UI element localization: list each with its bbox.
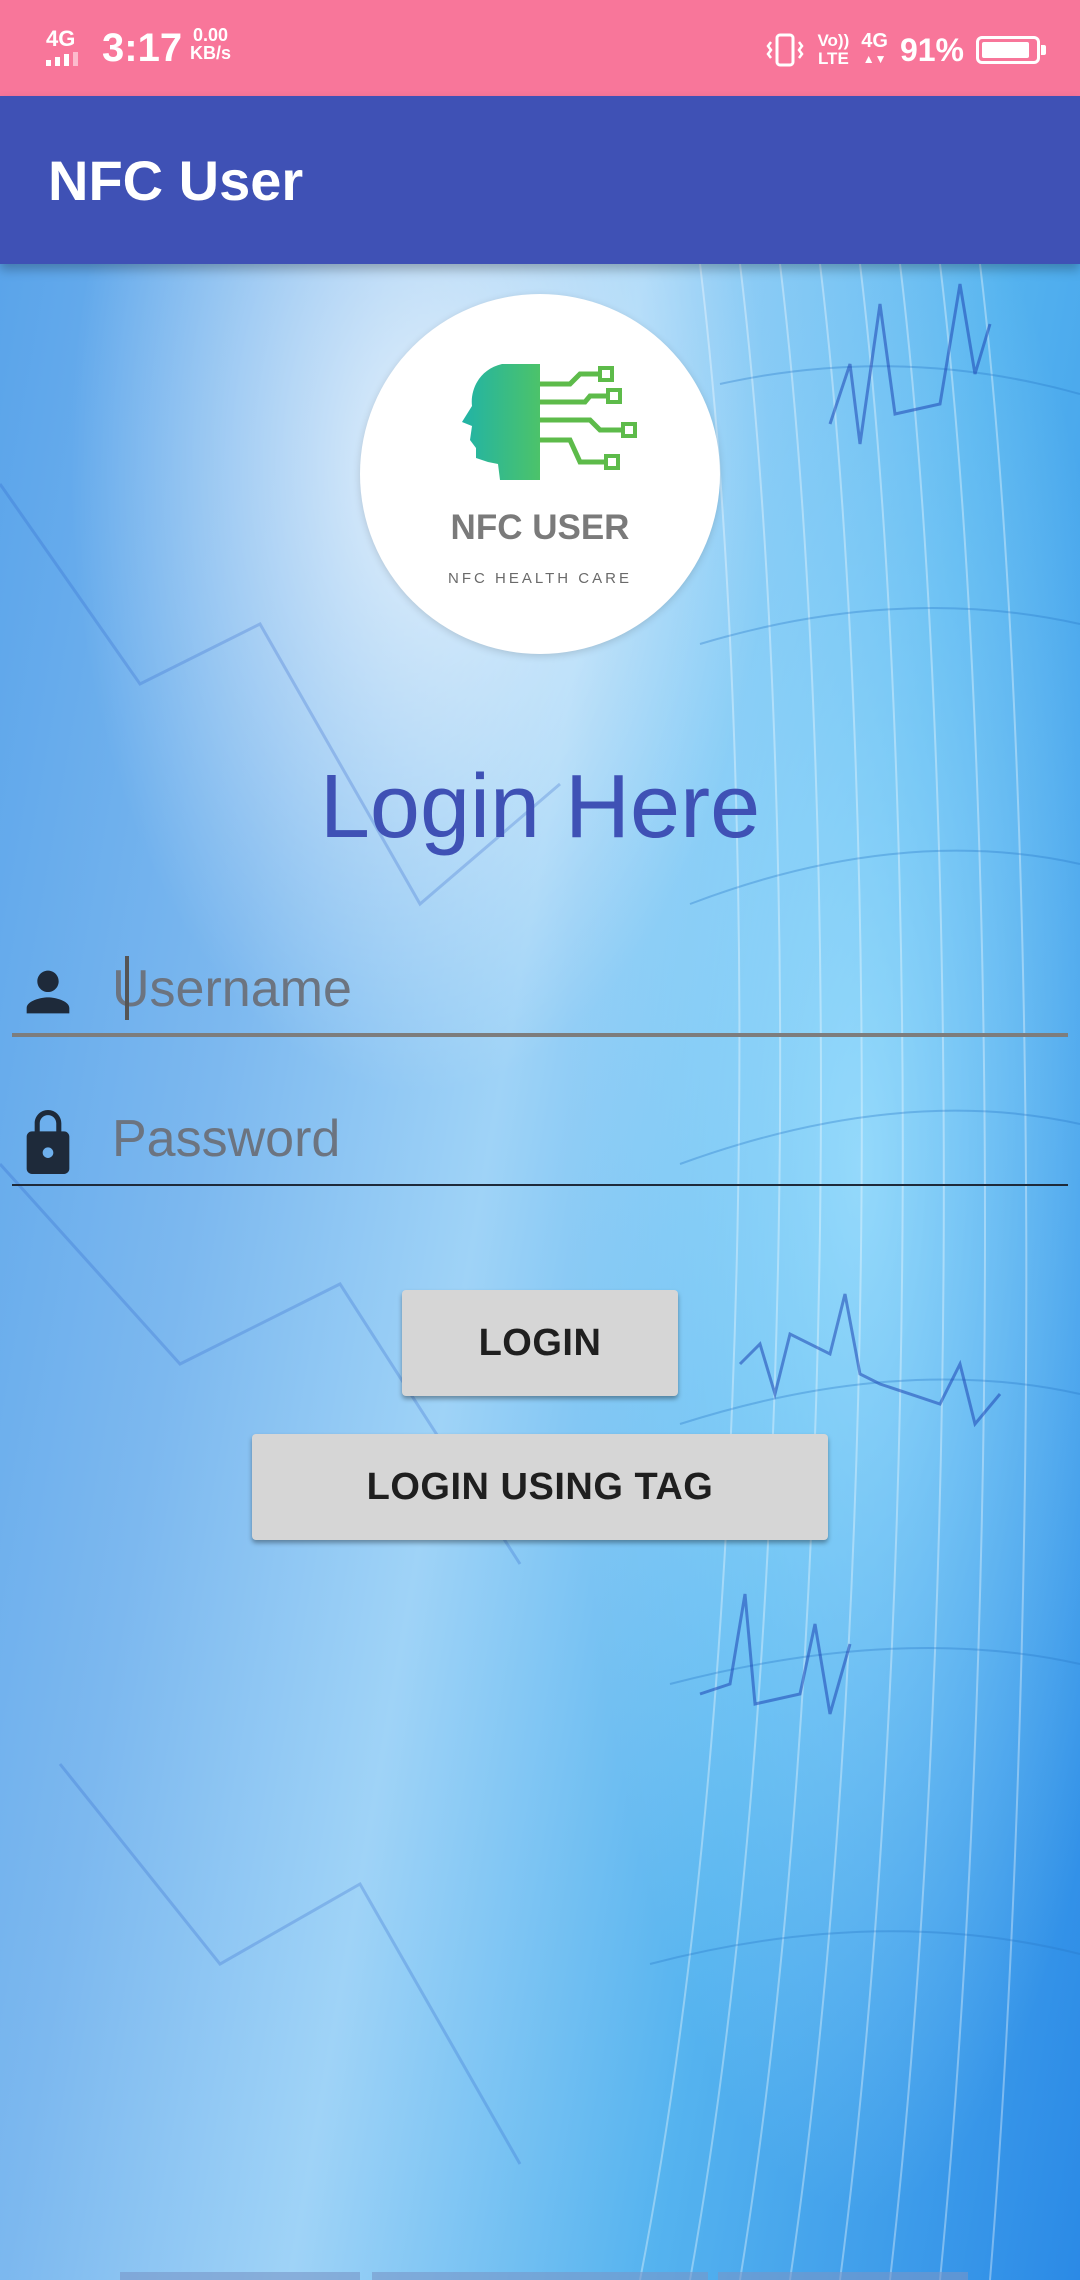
network-type-right: 4G ▲▼	[861, 30, 888, 68]
username-input[interactable]	[112, 954, 1062, 1024]
battery-fill	[982, 42, 1030, 58]
volte-bottom: LTE	[817, 49, 849, 68]
password-underline	[12, 1184, 1068, 1186]
logo-title: NFC USER	[450, 508, 630, 547]
volte-indicator: Vo)) LTE	[817, 32, 849, 68]
nav-segment	[718, 2272, 968, 2280]
password-field	[12, 1100, 1068, 1190]
app-bar: NFC User	[0, 96, 1080, 264]
login-button[interactable]: LOGIN	[402, 1290, 678, 1396]
username-underline	[12, 1033, 1068, 1037]
battery-icon	[976, 36, 1046, 64]
username-field	[12, 950, 1068, 1040]
brain-circuit-icon	[462, 364, 637, 480]
data-arrows-icon: ▲▼	[862, 52, 887, 66]
nav-segment	[120, 2272, 360, 2280]
network-speed: 0.00 KB/s	[190, 26, 231, 62]
app-logo: NFC USER NFC HEALTH CARE	[360, 294, 720, 654]
navigation-handle	[0, 2270, 1080, 2280]
status-icons: Vo)) LTE 4G ▲▼ 91%	[765, 24, 1046, 76]
password-input[interactable]	[112, 1104, 1062, 1174]
logo-subtitle: NFC HEALTH CARE	[448, 570, 632, 587]
speed-value: 0.00	[192, 25, 229, 45]
volte-top: Vo))	[817, 31, 850, 50]
signal-icon	[46, 52, 78, 66]
text-cursor	[125, 956, 129, 1020]
login-using-tag-button[interactable]: LOGIN USING TAG	[252, 1434, 828, 1540]
network-type: 4G	[46, 26, 76, 51]
login-heading: Login Here	[319, 757, 761, 857]
battery-percent: 91%	[899, 31, 964, 68]
clock: 3:17	[102, 26, 183, 70]
network-right-label: 4G	[861, 30, 888, 52]
app-title: NFC User	[48, 149, 304, 212]
speed-unit: KB/s	[190, 43, 232, 63]
lock-icon	[26, 1110, 70, 1174]
status-bar: 4G 3:17 0.00 KB/s Vo)) LTE 4G ▲▼ 91%	[0, 0, 1080, 96]
nav-segment	[372, 2272, 708, 2280]
vibrate-icon	[766, 33, 805, 67]
person-icon	[26, 970, 70, 1014]
